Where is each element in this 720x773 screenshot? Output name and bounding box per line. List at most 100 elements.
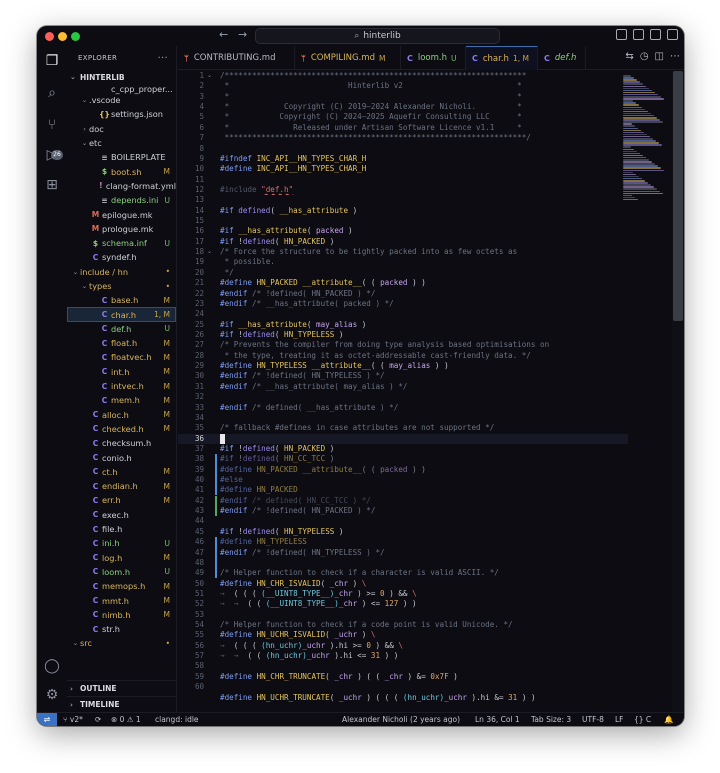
file-tree-item[interactable]: $ boot.sh M — [67, 164, 176, 178]
file-tree-item[interactable]: Cendian.h M — [67, 479, 176, 493]
file-tree-item[interactable]: ≡ BOILERPLATE — [67, 150, 176, 164]
tab-char[interactable]: C char.h 1, M — [466, 46, 538, 70]
search-icon[interactable]: ⌕ — [43, 84, 61, 102]
remote-indicator-icon[interactable]: ⇌ — [37, 713, 57, 726]
language-mode[interactable]: {} C — [634, 714, 651, 726]
minimap[interactable] — [620, 71, 672, 712]
file-tree-item[interactable]: Mprologue.mk — [67, 222, 176, 236]
file-tree-item[interactable]: ⌄ src • — [67, 636, 176, 650]
split-editor-icon[interactable]: ◫ — [655, 51, 664, 62]
sync-icon[interactable]: ⟳ — [95, 714, 101, 726]
file-tree-item[interactable]: ⌄ etc — [67, 136, 176, 150]
file-tree-item[interactable]: {} settings.json — [67, 107, 176, 121]
open-changes-icon[interactable]: ⇆ — [625, 51, 633, 62]
file-tree-item[interactable]: Cloom.h U — [67, 565, 176, 579]
file-tree-item-label: syndef.h — [102, 252, 137, 263]
file-tree-item[interactable]: Cconio.h — [67, 450, 176, 464]
more-actions-icon[interactable]: ··· — [158, 53, 168, 64]
file-tree-item[interactable]: Cct.h M — [67, 465, 176, 479]
notifications-bell-icon[interactable]: 🔔 — [664, 714, 673, 726]
maximize-window-button[interactable] — [71, 32, 80, 41]
file-type-icon: ≡ — [101, 195, 108, 205]
file-tree-item[interactable]: Cmem.h M — [67, 393, 176, 407]
workspace-root[interactable]: ⌄ HINTERLIB — [67, 70, 176, 84]
file-tree-item[interactable]: Cchecksum.h — [67, 436, 176, 450]
toggle-sidebar-icon[interactable] — [616, 29, 627, 40]
line-number: 3 — [199, 91, 204, 101]
file-tree-item[interactable]: $ schema.inf U — [67, 236, 176, 250]
file-tree-item[interactable]: Cint.h M — [67, 365, 176, 379]
file-tree-item[interactable]: Cstr.h — [67, 622, 176, 636]
file-tree-item[interactable]: › doc — [67, 122, 176, 136]
file-tree-item-label: types — [89, 281, 112, 291]
git-blame[interactable]: Alexander Nicholi (2 years ago) — [342, 714, 460, 726]
outline-section[interactable]: › OUTLINE — [67, 680, 177, 696]
file-tree-item[interactable]: ≡ depends.ini U — [67, 193, 176, 207]
file-tree-item[interactable]: ⌄ .vscode — [67, 93, 176, 107]
git-status-badge: M — [163, 495, 170, 505]
file-tree-item-label: float.h — [111, 338, 138, 349]
file-tree-item[interactable]: Cchecked.h M — [67, 422, 176, 436]
line-number: 8 — [199, 143, 204, 153]
vertical-scrollbar[interactable] — [672, 71, 684, 712]
tab-contributing[interactable]: ᛘ CONTRIBUTING.md — [178, 46, 295, 70]
encoding[interactable]: UTF-8 — [582, 714, 604, 726]
run-debug-icon[interactable]: ▷ — [43, 146, 61, 164]
back-arrow-icon[interactable]: ← — [219, 28, 228, 41]
file-tree-item[interactable]: ⌄ include / hn • — [67, 265, 176, 279]
file-tree-item[interactable]: Cdef.h U — [67, 322, 176, 336]
close-window-button[interactable] — [45, 32, 54, 41]
file-tree-item[interactable]: Cini.h U — [67, 536, 176, 550]
code-editor[interactable]: 1 2 3 4 5 6 7 8 9 10 11 12 13 14 15 16 17 18 19 20 21 22 23 24 2… — [178, 71, 684, 712]
file-type-icon: ! — [99, 181, 103, 191]
file-tree-item[interactable]: Csyndef.h — [67, 250, 176, 264]
file-tree-item[interactable]: ! clang-format.yml — [67, 179, 176, 193]
forward-arrow-icon[interactable]: → — [238, 28, 247, 41]
branch-label: v2* — [69, 715, 83, 724]
branch-indicator[interactable]: ⑂ v2* — [63, 714, 83, 726]
tab-compiling[interactable]: ᛘ COMPILING.md M — [295, 46, 401, 70]
file-tree-item[interactable]: Cfloatvec.h M — [67, 350, 176, 364]
source-control-icon[interactable]: ⑂ — [43, 116, 61, 134]
file-tree-item[interactable]: Cmmt.h M — [67, 593, 176, 607]
extensions-icon[interactable]: ⊞ — [43, 176, 61, 194]
file-tree-item[interactable]: Cfloat.h M — [67, 336, 176, 350]
line-ending[interactable]: LF — [615, 714, 624, 726]
file-tree-item[interactable]: ⌄ types • — [67, 279, 176, 293]
timeline-section[interactable]: › TIMELINE — [67, 696, 177, 712]
tab-def[interactable]: C def.h — [538, 46, 586, 70]
tab-loom[interactable]: C loom.h U — [401, 46, 466, 70]
customize-layout-icon[interactable] — [667, 29, 678, 40]
file-tree-item[interactable]: Calloc.h M — [67, 408, 176, 422]
toggle-secondary-sidebar-icon[interactable] — [650, 29, 661, 40]
file-tree-item[interactable]: Cchar.h 1, M — [67, 307, 176, 322]
fold-chevron-icon[interactable]: ⌄ — [207, 247, 215, 257]
fold-chevron-icon[interactable]: ⌄ — [207, 71, 215, 81]
line-number: 46 — [194, 537, 204, 547]
problems-indicator[interactable]: ⊗ 0 ⚠ 1 — [111, 714, 141, 726]
explorer-icon[interactable]: ❐ — [43, 52, 61, 70]
file-tree-item[interactable]: Cmemops.h M — [67, 579, 176, 593]
file-tree-item[interactable]: Cexec.h — [67, 508, 176, 522]
file-tree-item[interactable]: Cerr.h M — [67, 493, 176, 507]
scrollbar-thumb[interactable] — [673, 71, 683, 321]
file-tree-item[interactable]: Cintvec.h M — [67, 379, 176, 393]
file-tree-item[interactable]: Mepilogue.mk — [67, 207, 176, 221]
toggle-panel-icon[interactable] — [633, 29, 644, 40]
account-icon[interactable]: ◯ — [43, 657, 61, 675]
clangd-status[interactable]: clangd: idle — [155, 714, 199, 726]
file-tree-item[interactable]: Cfile.h — [67, 522, 176, 536]
more-actions-icon[interactable]: ⋯ — [670, 51, 680, 62]
file-tree-item[interactable]: Cbase.h M — [67, 293, 176, 307]
tab-size[interactable]: Tab Size: 3 — [531, 714, 571, 726]
file-tree-item[interactable]: c_cpp_proper... — [67, 84, 176, 94]
command-center-search[interactable]: ⌕ hinterlib — [255, 28, 500, 44]
timeline-history-icon[interactable]: ◷ — [640, 51, 649, 62]
file-tree-item[interactable]: Clog.h M — [67, 551, 176, 565]
cursor-position[interactable]: Ln 36, Col 1 — [475, 714, 520, 726]
file-tree-item[interactable]: Cnimb.h M — [67, 608, 176, 622]
file-type-icon: C — [92, 252, 99, 262]
settings-gear-icon[interactable]: ⚙ — [43, 686, 61, 704]
minimize-window-button[interactable] — [58, 32, 67, 41]
git-status-badge: M — [163, 381, 170, 391]
